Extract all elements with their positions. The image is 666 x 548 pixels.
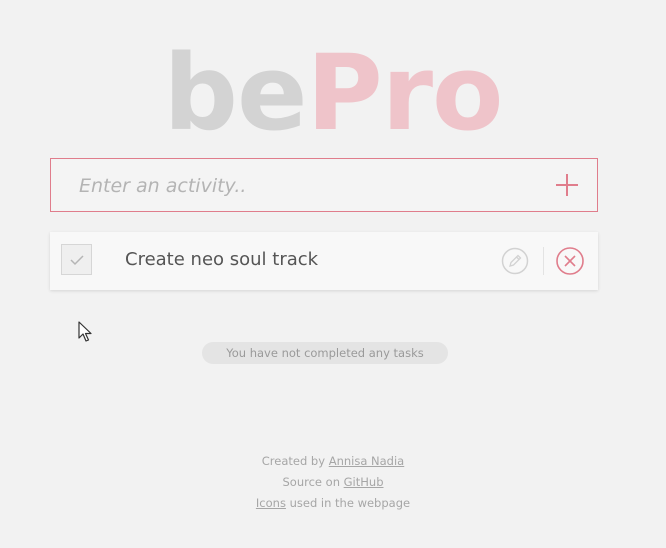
mouse-cursor-icon bbox=[78, 321, 92, 342]
footer-source: Source on GitHub bbox=[0, 475, 666, 489]
app-logo: bePro bbox=[0, 38, 666, 148]
action-divider bbox=[543, 247, 544, 275]
add-task-form bbox=[50, 158, 598, 212]
logo-pro: Pro bbox=[306, 32, 504, 154]
footer-icons-suffix: used in the webpage bbox=[285, 496, 411, 510]
github-link[interactable]: GitHub bbox=[344, 475, 384, 489]
footer-created-prefix: Created by bbox=[261, 454, 329, 468]
author-link[interactable]: Annisa Nadia bbox=[329, 454, 405, 468]
activity-input[interactable] bbox=[77, 169, 521, 203]
pencil-icon bbox=[501, 247, 529, 275]
remove-button[interactable] bbox=[555, 246, 585, 276]
add-button[interactable] bbox=[553, 171, 581, 199]
edit-button[interactable] bbox=[501, 247, 529, 275]
icons-link[interactable]: Icons bbox=[256, 496, 286, 510]
check-icon bbox=[70, 255, 84, 266]
footer-icons: Icons used in the webpage bbox=[0, 496, 666, 510]
status-badge: You have not completed any tasks bbox=[202, 342, 448, 364]
task-text: Create neo soul track bbox=[125, 249, 319, 270]
complete-checkbox[interactable] bbox=[61, 244, 92, 275]
close-icon bbox=[556, 247, 584, 275]
footer-source-prefix: Source on bbox=[282, 475, 344, 489]
task-item: Create neo soul track bbox=[50, 232, 598, 290]
logo-be: be bbox=[163, 32, 308, 154]
plus-icon bbox=[556, 174, 578, 196]
footer-credits: Created by Annisa Nadia bbox=[0, 454, 666, 468]
